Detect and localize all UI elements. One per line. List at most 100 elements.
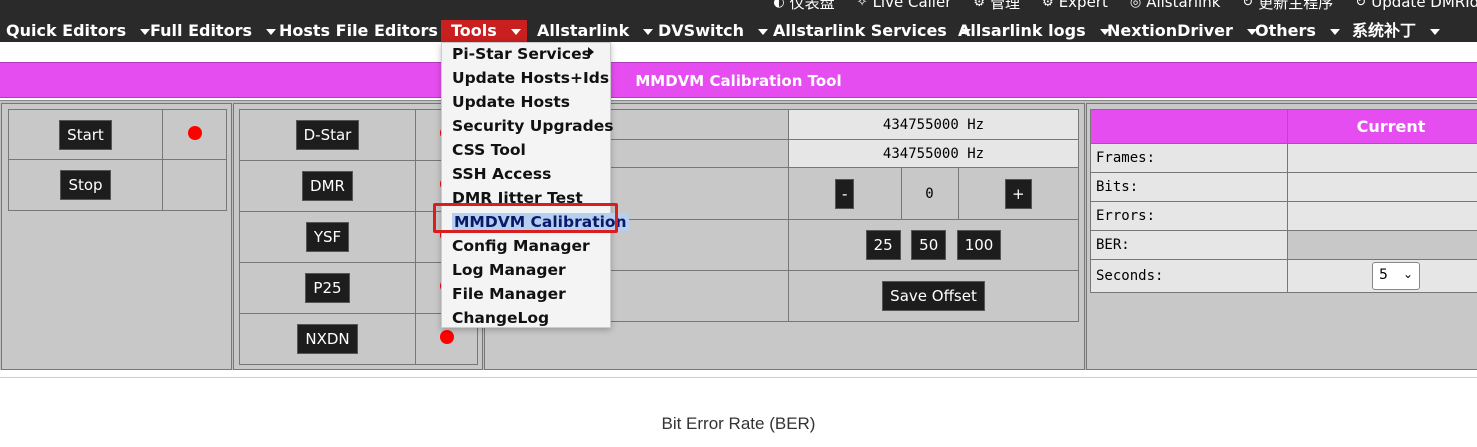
mode-cell: DMR: [239, 160, 416, 212]
stop-indicator-cell: [162, 159, 227, 211]
nav-label: Hosts File Editors: [279, 21, 438, 40]
menu-item-file-manager[interactable]: File Manager: [452, 284, 566, 308]
nav-label: Allsarlink logs: [958, 21, 1086, 40]
top-link-allstarlink[interactable]: ◎ Allstarlink: [1130, 0, 1221, 11]
frames-label: Frames:: [1090, 143, 1288, 173]
top-link-dashboard[interactable]: ◐ 仪表盘: [773, 0, 834, 12]
chart-title: Bit Error Rate (BER): [661, 414, 816, 433]
menu-item-pistar-services[interactable]: Pi-Star Services: [452, 44, 602, 68]
top-link-update[interactable]: ↻ 更新主程序: [1242, 0, 1334, 12]
menu-item-changelog[interactable]: ChangeLog: [452, 308, 549, 332]
top-link-update-dmrids[interactable]: ↻ Update DMRIds: [1355, 0, 1477, 11]
mode-button-p25[interactable]: P25: [305, 273, 350, 303]
mode-button-dmr[interactable]: DMR: [302, 171, 353, 201]
update-icon: ↻: [1242, 0, 1254, 10]
seconds-cell: 5 ⌄: [1287, 259, 1477, 293]
menu-item-ssh-access[interactable]: SSH Access: [452, 164, 551, 188]
nav-system-patch[interactable]: 系统补丁: [1352, 20, 1441, 42]
top-link-label: Live Caller: [872, 0, 952, 11]
start-indicator-cell: [162, 109, 227, 160]
seconds-select[interactable]: 5 ⌄: [1372, 262, 1420, 290]
nav-full-editors[interactable]: Full Editors: [150, 20, 276, 42]
menu-item-log-manager[interactable]: Log Manager: [452, 260, 566, 284]
frames-value: [1287, 143, 1477, 173]
nav-label: Full Editors: [150, 21, 252, 40]
chevron-down-icon: [510, 28, 521, 35]
nav-label: 系统补丁: [1352, 21, 1417, 40]
save-offset-button[interactable]: Save Offset: [882, 281, 985, 311]
nav-hosts-file-editors[interactable]: Hosts File Editors: [279, 20, 462, 42]
nav-allstarlink[interactable]: Allstarlink: [537, 20, 654, 42]
nav-label: Quick Editors: [6, 21, 127, 40]
nav-nextiondriver[interactable]: NextionDriver: [1107, 20, 1257, 42]
nav-allsarlink-logs[interactable]: Allsarlink logs: [958, 20, 1110, 42]
status-table: Current Frames: Bits: Errors: BER: Secon…: [1090, 109, 1477, 293]
top-link-admin[interactable]: ⚙ 管理: [973, 0, 1021, 12]
nav-dvswitch[interactable]: DVSwitch: [658, 20, 768, 42]
chevron-down-icon: ⌄: [1402, 267, 1413, 281]
top-link-label: Expert: [1058, 0, 1108, 11]
errors-label: Errors:: [1090, 201, 1288, 231]
seconds-label: Seconds:: [1090, 259, 1288, 293]
allstarlink-icon: ◎: [1129, 0, 1142, 10]
top-navbar: ◐ 仪表盘 ✧ Live Caller ⚙ 管理 ⚙ Expert ◎ Allstarli…: [0, 0, 1477, 42]
tools-dropdown-menu: Pi-Star Services Update Hosts+Ids Update…: [441, 42, 629, 328]
menu-item-security-upgrades[interactable]: Security Upgrades: [452, 116, 613, 140]
bits-label: Bits:: [1090, 172, 1288, 202]
admin-icon: ⚙: [973, 0, 986, 10]
plus-cell: +: [957, 168, 1078, 219]
dashboard-icon: ◐: [773, 0, 785, 10]
top-link-label: Allstarlink: [1146, 0, 1221, 11]
nav-others[interactable]: Others: [1255, 20, 1340, 42]
menu-item-config-manager[interactable]: Config Manager: [452, 236, 590, 260]
mode-indicator-dot: [439, 330, 454, 344]
mode-button-nxdn[interactable]: NXDN: [297, 324, 358, 354]
offset-minus-button[interactable]: -: [835, 178, 855, 209]
page-title: MMDVM Calibration Tool: [0, 62, 1477, 98]
menu-item-label: Pi-Star Services: [452, 45, 591, 63]
chevron-down-icon: [265, 28, 276, 35]
tx-frequency: 434755000 Hz: [788, 139, 1079, 168]
top-link-label: 更新主程序: [1258, 0, 1334, 12]
mode-button-ysf[interactable]: YSF: [305, 222, 350, 252]
status-panel: Current Frames: Bits: Errors: BER: Secon…: [1086, 103, 1477, 370]
minus-cell: -: [789, 168, 902, 219]
mode-cell: D-Star: [239, 109, 416, 161]
offset-plus-button[interactable]: +: [1004, 178, 1032, 209]
live-caller-icon: ✧: [856, 0, 868, 10]
top-link-expert[interactable]: ⚙ Expert: [1042, 0, 1108, 11]
controls-panel: Start Stop: [1, 103, 232, 370]
step-25-button[interactable]: 25: [865, 230, 901, 260]
nav-tools[interactable]: Tools: [441, 20, 527, 42]
chevron-down-icon: [643, 28, 654, 35]
mode-button-dstar[interactable]: D-Star: [295, 120, 360, 150]
highlight-annotation-box: [433, 203, 618, 233]
offset-controls-cell: - 0 +: [788, 167, 1079, 220]
nav-quick-editors[interactable]: Quick Editors: [6, 20, 151, 42]
top-link-live-caller[interactable]: ✧ Live Caller: [857, 0, 952, 11]
start-button[interactable]: Start: [59, 119, 112, 150]
main-nav: Quick Editors Full Editors Hosts File Ed…: [0, 20, 1477, 42]
bits-value: [1287, 172, 1477, 202]
controls-table: Start Stop: [8, 109, 227, 211]
status-header-current: Current: [1287, 109, 1477, 144]
menu-item-update-hosts-ids[interactable]: Update Hosts+Ids: [452, 68, 609, 92]
menu-item-css-tool[interactable]: CSS Tool: [452, 140, 526, 164]
seconds-select-value: 5: [1379, 267, 1388, 283]
top-links: ◐ 仪表盘 ✧ Live Caller ⚙ 管理 ⚙ Expert ◎ Allstarli…: [773, 0, 1477, 12]
mode-cell: P25: [239, 262, 416, 314]
step-100-button[interactable]: 100: [956, 230, 1002, 260]
menu-item-update-hosts[interactable]: Update Hosts: [452, 92, 570, 116]
status-indicator-dot: [187, 125, 202, 140]
nav-allstarlink-services[interactable]: Allstarlink Services: [773, 20, 971, 42]
save-cell: Save Offset: [788, 270, 1079, 322]
stop-button[interactable]: Stop: [60, 170, 111, 200]
nav-label: DVSwitch: [658, 21, 744, 40]
step-50-button[interactable]: 50: [911, 230, 947, 260]
chevron-down-icon: [1430, 28, 1441, 35]
stop-cell: Stop: [8, 159, 163, 211]
errors-value: [1287, 201, 1477, 231]
top-link-label: 管理: [990, 0, 1021, 12]
nav-label: Tools: [451, 21, 497, 40]
nav-label: Others: [1255, 21, 1316, 40]
